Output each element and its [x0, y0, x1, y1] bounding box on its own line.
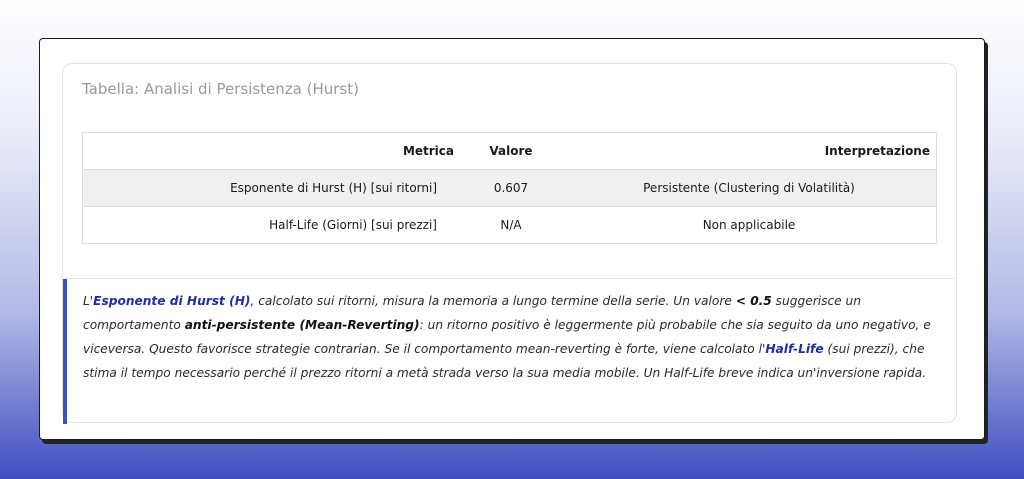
- note-bold-threshold: < 0.5: [735, 294, 772, 308]
- column-header-metrica: Metrica: [82, 132, 460, 170]
- note-bold-hurst: Esponente di Hurst (H): [93, 294, 251, 308]
- table-row: Half-Life (Giorni) [sui prezzi] N/A Non …: [82, 206, 937, 244]
- app-window: Tabella: Analisi di Persistenza (Hurst) …: [39, 38, 985, 440]
- note-bold-half-life: Half-Life: [765, 342, 824, 356]
- note-bold-anti-persistent: anti-persistente (Mean-Reverting): [184, 318, 420, 332]
- column-header-valore: Valore: [460, 132, 562, 170]
- table-cell-interpretation: Non applicabile: [562, 206, 937, 244]
- note-text: L': [83, 294, 94, 308]
- table-row: Esponente di Hurst (H) [sui ritorni] 0.6…: [82, 169, 937, 207]
- card-title: Tabella: Analisi di Persistenza (Hurst): [82, 80, 359, 98]
- note-text: , calcolato sui ritorni, misura la memor…: [250, 294, 736, 308]
- table-cell-value: 0.607: [460, 169, 562, 207]
- hurst-analysis-card: Tabella: Analisi di Persistenza (Hurst) …: [62, 63, 958, 424]
- column-header-interpretazione: Interpretazione: [562, 132, 937, 170]
- table-cell-value: N/A: [460, 206, 562, 244]
- persistence-table: Metrica Valore Interpretazione Esponente…: [82, 132, 937, 244]
- table-cell-metric: Half-Life (Giorni) [sui prezzi]: [82, 206, 460, 244]
- explanation-note: L'Esponente di Hurst (H), calcolato sui …: [63, 279, 958, 424]
- table-cell-interpretation: Persistente (Clustering di Volatilità): [562, 169, 937, 207]
- table-header-row: Metrica Valore Interpretazione: [82, 132, 937, 170]
- table-cell-metric: Esponente di Hurst (H) [sui ritorni]: [82, 169, 460, 207]
